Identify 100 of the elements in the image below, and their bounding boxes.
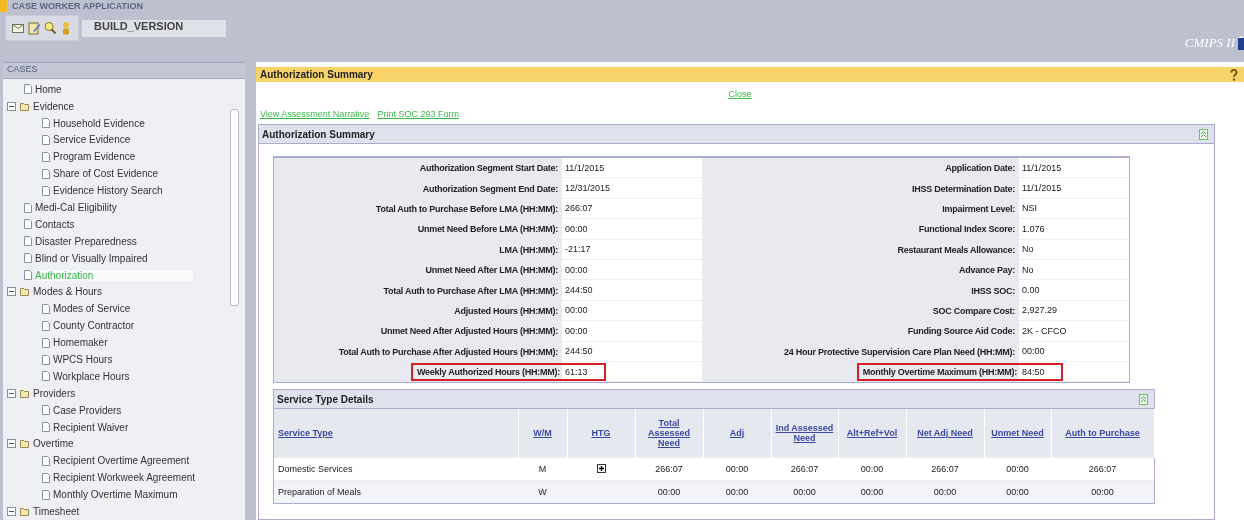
table-cell: 00:00 — [725, 464, 749, 475]
tree-item[interactable]: Recipient Waiver — [53, 421, 129, 433]
page-icon — [42, 422, 50, 433]
column-header[interactable]: Unmet Need — [991, 428, 1044, 439]
tree-item[interactable]: Homemaker — [53, 337, 108, 349]
table-cell: M — [538, 464, 547, 475]
folder-icon — [20, 388, 30, 398]
table-cell: 266:07 — [1088, 464, 1117, 475]
tree-item[interactable]: Disaster Preparedness — [35, 235, 137, 247]
table-cell: Preparation of Meals — [278, 487, 362, 498]
app-title: CASE WORKER APPLICATION — [12, 1, 143, 11]
table-cell: 00:00 — [793, 487, 816, 498]
tree-item[interactable]: Modes of Service — [53, 303, 131, 315]
table-cell: 266:07 — [655, 464, 683, 475]
tree-item[interactable]: Modes & Hours — [33, 286, 102, 298]
tree-item[interactable]: Evidence — [33, 100, 75, 112]
tree-item[interactable]: Recipient Overtime Agreement — [53, 455, 190, 467]
field-value: 11/1/2015 — [565, 162, 605, 173]
table-cell: 00:00 — [860, 464, 884, 475]
field-value: 1.076 — [1022, 223, 1045, 234]
expand-icon[interactable] — [596, 463, 606, 473]
field-value: 266:07 — [565, 203, 593, 214]
field-value: 11/1/2015 — [1022, 162, 1062, 173]
field-value: 00:00 — [565, 305, 588, 316]
page-icon — [42, 151, 50, 162]
column-header[interactable]: Alt+Ref+Vol — [846, 428, 898, 439]
field-label: Advance Pay: — [958, 265, 1015, 276]
envelope-icon[interactable] — [11, 21, 25, 35]
tree-item[interactable]: Share of Cost Evidence — [53, 168, 159, 180]
tree-item[interactable]: Home — [35, 83, 62, 95]
column-header[interactable]: Service Type — [278, 428, 333, 439]
column-header[interactable]: Auth to Purchase — [1065, 428, 1140, 439]
collapse-icon[interactable] — [7, 439, 16, 449]
collapse-icon[interactable] — [1139, 393, 1148, 405]
field-label: Funding Source Aid Code: — [907, 326, 1015, 337]
field-value: -21:17 — [565, 244, 591, 255]
tree-item[interactable]: Contacts — [35, 218, 75, 230]
tree-item[interactable]: Providers — [33, 387, 76, 399]
field-label: IHSS Determination Date: — [911, 183, 1015, 194]
field-value: 244:50 — [565, 346, 593, 357]
collapse-icon[interactable] — [7, 101, 16, 111]
field-value: 0.00 — [1022, 285, 1040, 296]
app-logo: CMIPS II — [1184, 35, 1235, 51]
tree-item[interactable]: Recipient Workweek Agreement — [53, 472, 196, 484]
field-label: Monthly Overtime Maximum (HH:MM): — [862, 367, 1017, 378]
field-label: Adjusted Hours (HH:MM): — [454, 305, 558, 316]
field-label: Weekly Authorized Hours (HH:MM): — [417, 367, 560, 378]
sidebar-title: CASES — [3, 62, 245, 79]
table-cell: 00:00 — [1006, 464, 1029, 475]
field-label: Functional Index Score: — [918, 224, 1015, 235]
column-header[interactable]: W/M — [533, 428, 552, 439]
field-value: 2K - CFCO — [1022, 325, 1067, 336]
page-icon — [42, 320, 50, 331]
field-value: 00:00 — [1022, 346, 1045, 357]
page-icon — [42, 134, 50, 145]
search-icon[interactable] — [43, 21, 57, 35]
panel-title: Authorization Summary — [262, 128, 375, 140]
table-cell: 266:07 — [790, 464, 819, 475]
build-version: BUILD_VERSION — [82, 20, 226, 37]
tree-item[interactable]: Blind or Visually Impaired — [35, 252, 148, 264]
tree-item[interactable]: Workplace Hours — [53, 370, 130, 382]
collapse-icon[interactable] — [7, 287, 16, 297]
column-header[interactable]: Adj — [729, 428, 745, 439]
page-icon — [42, 472, 50, 483]
tree-item[interactable]: Service Evidence — [53, 134, 131, 146]
folder-icon — [20, 287, 30, 297]
tree-item[interactable]: Evidence History Search — [53, 185, 163, 197]
tree-item[interactable]: Household Evidence — [53, 117, 145, 129]
table-cell: 00:00 — [1091, 487, 1114, 498]
tree-item[interactable]: Case Providers — [53, 404, 122, 416]
tree-item[interactable]: Overtime — [33, 438, 74, 450]
field-label: Unmet Need Before LMA (HH:MM): — [417, 224, 558, 235]
field-value: 84:50 — [1022, 366, 1045, 377]
field-label: SOC Compare Cost: — [932, 305, 1015, 316]
collapse-icon[interactable] — [1199, 128, 1208, 140]
tree-item[interactable]: Timesheet — [33, 506, 80, 518]
collapse-icon[interactable] — [7, 388, 16, 398]
table-cell: 00:00 — [657, 487, 681, 498]
collapse-icon[interactable] — [7, 507, 16, 517]
field-label: Total Auth to Purchase Before LMA (HH:MM): — [375, 203, 558, 214]
notepad-icon[interactable] — [27, 21, 41, 35]
tree-item[interactable]: County Contractor — [53, 320, 135, 332]
tree-item[interactable]: Medi-Cal Eligibility — [35, 202, 117, 213]
table-cell: 266:07 — [931, 464, 959, 475]
field-label: Unmet Need After Adjusted Hours (HH:MM): — [380, 326, 558, 337]
field-value: 61:13 — [565, 366, 588, 377]
tree-item[interactable]: Program Evidence — [53, 151, 136, 163]
table-cell: W — [538, 487, 547, 498]
column-header[interactable]: HTG — [591, 428, 611, 439]
help-icon[interactable] — [1230, 68, 1238, 81]
folder-icon — [20, 439, 30, 449]
field-value: 12/31/2015 — [565, 183, 611, 194]
field-value: 11/1/2015 — [1022, 183, 1062, 194]
field-label: Authorization Segment Start Date: — [419, 163, 558, 174]
field-value: No — [1022, 264, 1034, 275]
page-icon — [42, 303, 50, 314]
tree-item[interactable]: Monthly Overtime Maximum — [53, 489, 178, 501]
field-value: 00:00 — [565, 264, 588, 275]
tree-item[interactable]: WPCS Hours — [53, 354, 113, 366]
column-header[interactable]: Net Adj Need — [917, 428, 973, 439]
